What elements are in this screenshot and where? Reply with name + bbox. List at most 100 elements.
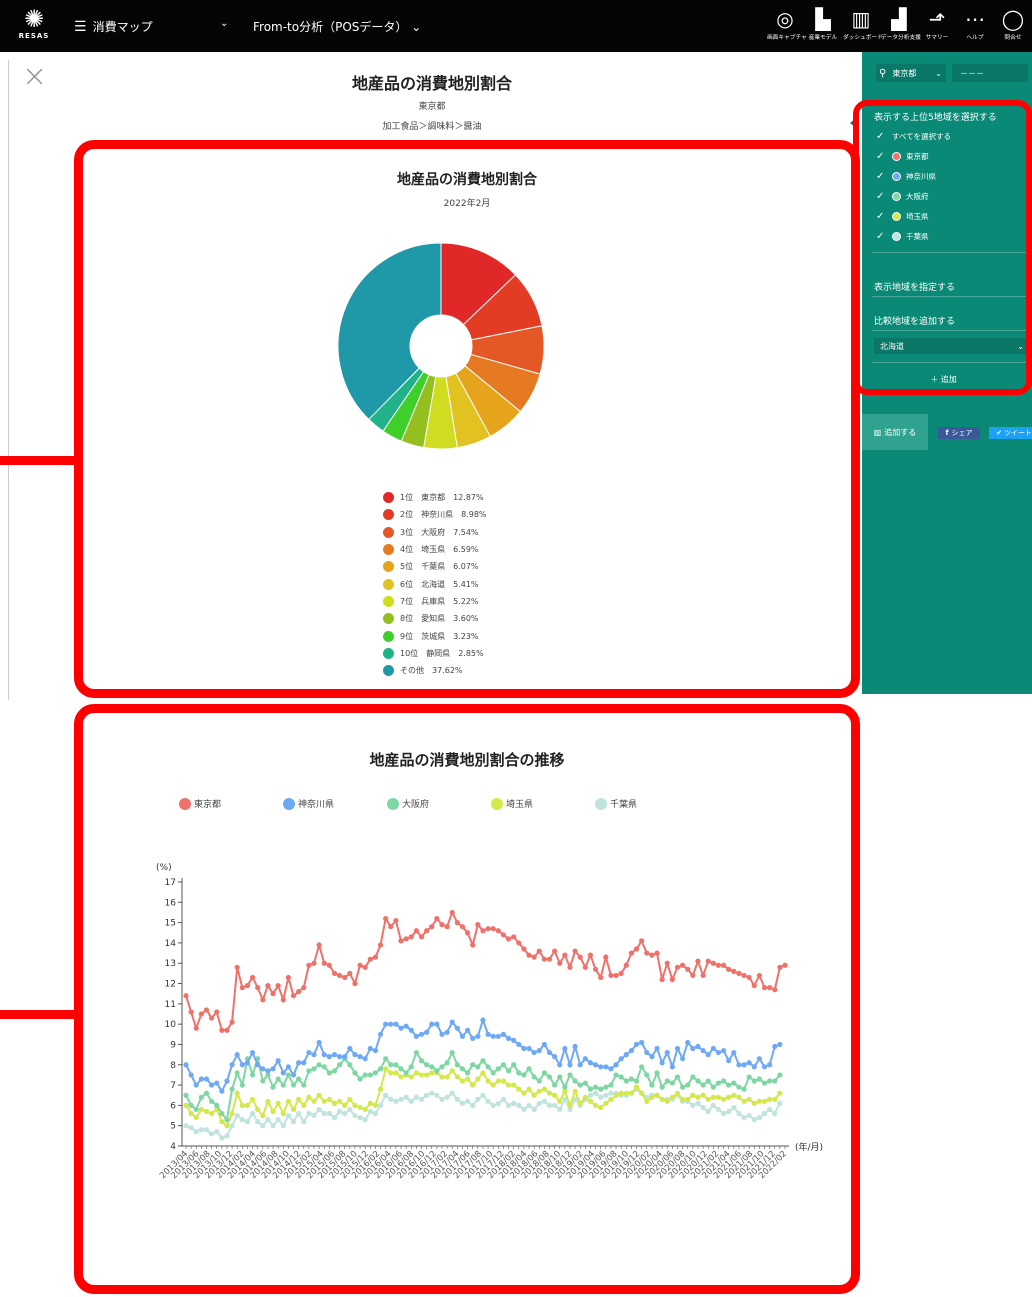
data-point[interactable] (331, 1100, 338, 1106)
data-point[interactable] (700, 1082, 706, 1088)
data-point[interactable] (255, 1106, 261, 1113)
data-point[interactable] (265, 1068, 271, 1074)
data-point[interactable] (736, 1062, 742, 1068)
data-point[interactable] (260, 1123, 266, 1129)
data-point[interactable] (654, 1045, 660, 1052)
data-point[interactable] (777, 1072, 783, 1078)
data-point[interactable] (326, 1110, 332, 1117)
data-point[interactable] (741, 1114, 747, 1121)
data-point[interactable] (649, 1054, 655, 1060)
data-point[interactable] (214, 1102, 220, 1108)
data-point[interactable] (311, 1066, 317, 1072)
data-point[interactable] (685, 1096, 691, 1102)
data-point[interactable] (690, 1092, 696, 1098)
data-point[interactable] (459, 1100, 466, 1106)
data-point[interactable] (347, 1106, 353, 1113)
data-point[interactable] (710, 960, 716, 966)
data-point[interactable] (239, 1062, 245, 1068)
data-point[interactable] (459, 924, 466, 930)
data-point[interactable] (393, 1098, 399, 1104)
data-point[interactable] (383, 915, 389, 922)
line-legend-item[interactable]: 千葉県 (595, 797, 699, 810)
data-point[interactable] (301, 1102, 307, 1108)
data-point[interactable] (582, 1080, 588, 1086)
data-point[interactable] (444, 1029, 450, 1035)
data-point[interactable] (398, 1025, 404, 1031)
data-point[interactable] (608, 1090, 614, 1096)
data-point[interactable] (577, 954, 583, 960)
data-point[interactable] (572, 1043, 578, 1050)
data-point[interactable] (239, 1117, 245, 1123)
data-point[interactable] (398, 1096, 404, 1102)
data-point[interactable] (649, 1094, 655, 1100)
data-point[interactable] (690, 972, 696, 979)
data-point[interactable] (208, 1131, 215, 1137)
data-point[interactable] (280, 1123, 286, 1129)
data-point[interactable] (224, 1027, 230, 1033)
data-point[interactable] (321, 1064, 327, 1070)
twitter-tweet-button[interactable]: ✔ ツイート (989, 427, 1032, 439)
data-point[interactable] (285, 1098, 291, 1104)
data-point[interactable] (690, 1045, 696, 1052)
data-point[interactable] (347, 1062, 353, 1068)
data-point[interactable] (377, 1086, 384, 1092)
data-point[interactable] (454, 1074, 460, 1080)
data-point[interactable] (623, 1090, 629, 1096)
data-point[interactable] (183, 993, 189, 999)
data-point[interactable] (710, 1045, 716, 1052)
data-point[interactable] (772, 1110, 778, 1117)
data-point[interactable] (383, 1092, 389, 1098)
data-point[interactable] (618, 1056, 624, 1062)
data-point[interactable] (198, 1127, 204, 1133)
data-point[interactable] (536, 1088, 542, 1094)
data-point[interactable] (198, 1106, 204, 1113)
data-point[interactable] (326, 1070, 332, 1076)
data-point[interactable] (659, 1084, 665, 1090)
data-point[interactable] (418, 1058, 425, 1064)
data-point[interactable] (459, 1033, 466, 1039)
data-point[interactable] (352, 1112, 358, 1119)
data-point[interactable] (628, 1076, 635, 1082)
data-point[interactable] (639, 1064, 645, 1070)
data-point[interactable] (761, 1098, 768, 1104)
data-point[interactable] (234, 1052, 240, 1058)
data-point[interactable] (408, 1098, 414, 1104)
data-point[interactable] (424, 1062, 430, 1068)
data-point[interactable] (270, 1123, 276, 1129)
data-point[interactable] (377, 1066, 384, 1072)
data-point[interactable] (644, 1098, 650, 1104)
data-point[interactable] (280, 1110, 286, 1117)
data-point[interactable] (541, 956, 547, 962)
data-point[interactable] (664, 1049, 670, 1056)
data-point[interactable] (480, 928, 486, 934)
data-point[interactable] (429, 1064, 435, 1070)
data-point[interactable] (219, 1027, 225, 1033)
data-point[interactable] (756, 1076, 763, 1082)
data-point[interactable] (193, 1129, 199, 1135)
data-point[interactable] (557, 960, 563, 966)
data-point[interactable] (434, 1092, 440, 1098)
data-point[interactable] (439, 1064, 445, 1070)
data-point[interactable] (741, 1098, 747, 1104)
data-point[interactable] (393, 1070, 399, 1076)
data-point[interactable] (188, 1072, 194, 1078)
data-point[interactable] (198, 1094, 204, 1100)
data-point[interactable] (541, 1098, 547, 1104)
data-point[interactable] (449, 1068, 455, 1074)
data-point[interactable] (372, 1110, 379, 1117)
data-point[interactable] (275, 1117, 281, 1123)
data-point[interactable] (695, 958, 701, 964)
data-point[interactable] (761, 1080, 768, 1086)
data-point[interactable] (674, 1074, 681, 1080)
data-point[interactable] (690, 1102, 696, 1108)
data-point[interactable] (552, 1102, 558, 1108)
data-point[interactable] (669, 1080, 675, 1086)
data-point[interactable] (587, 1086, 594, 1092)
data-point[interactable] (669, 1064, 675, 1070)
data-point[interactable] (352, 1052, 358, 1058)
data-point[interactable] (229, 1110, 235, 1117)
data-point[interactable] (403, 936, 409, 942)
data-point[interactable] (715, 1049, 722, 1056)
data-point[interactable] (188, 1009, 194, 1015)
data-point[interactable] (495, 1078, 501, 1084)
